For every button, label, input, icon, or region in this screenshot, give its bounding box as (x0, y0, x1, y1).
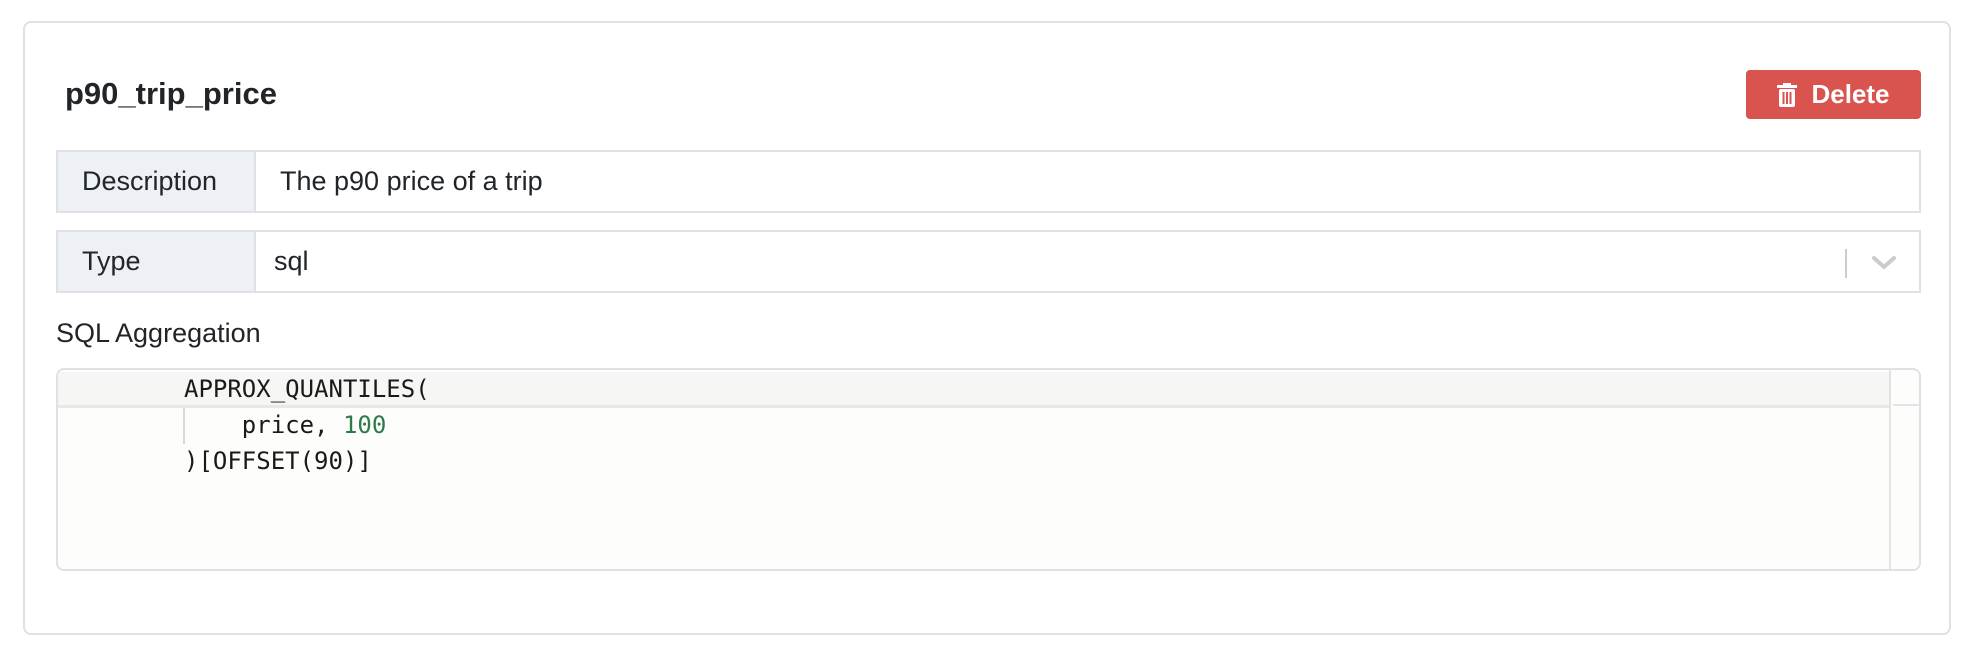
select-separator (1845, 249, 1847, 278)
description-input[interactable] (256, 152, 1919, 211)
description-label: Description (58, 152, 256, 211)
code-line-1: APPROX_QUANTILES( (184, 375, 430, 403)
type-row: Type sql (56, 230, 1921, 293)
code-line-2: price, 100 (241, 411, 387, 439)
delete-button[interactable]: Delete (1746, 70, 1921, 119)
metric-title: p90_trip_price (65, 76, 277, 111)
code-line-3: )[OFFSET(90)] (184, 447, 372, 475)
number-literal: 100 (342, 411, 387, 439)
description-row: Description (56, 150, 1921, 213)
delete-button-label: Delete (1811, 79, 1890, 109)
chevron-down-icon[interactable] (1869, 250, 1899, 276)
type-label: Type (58, 232, 256, 291)
sql-editor[interactable]: APPROX_QUANTILES( price, 100 )[OFFSET(90… (56, 368, 1921, 571)
trash-icon (1777, 82, 1798, 107)
editor-scrollbar-top (1893, 370, 1919, 406)
type-selected-value: sql (274, 246, 309, 276)
type-select[interactable]: sql (256, 232, 1919, 291)
sql-aggregation-label: SQL Aggregation (56, 318, 261, 348)
